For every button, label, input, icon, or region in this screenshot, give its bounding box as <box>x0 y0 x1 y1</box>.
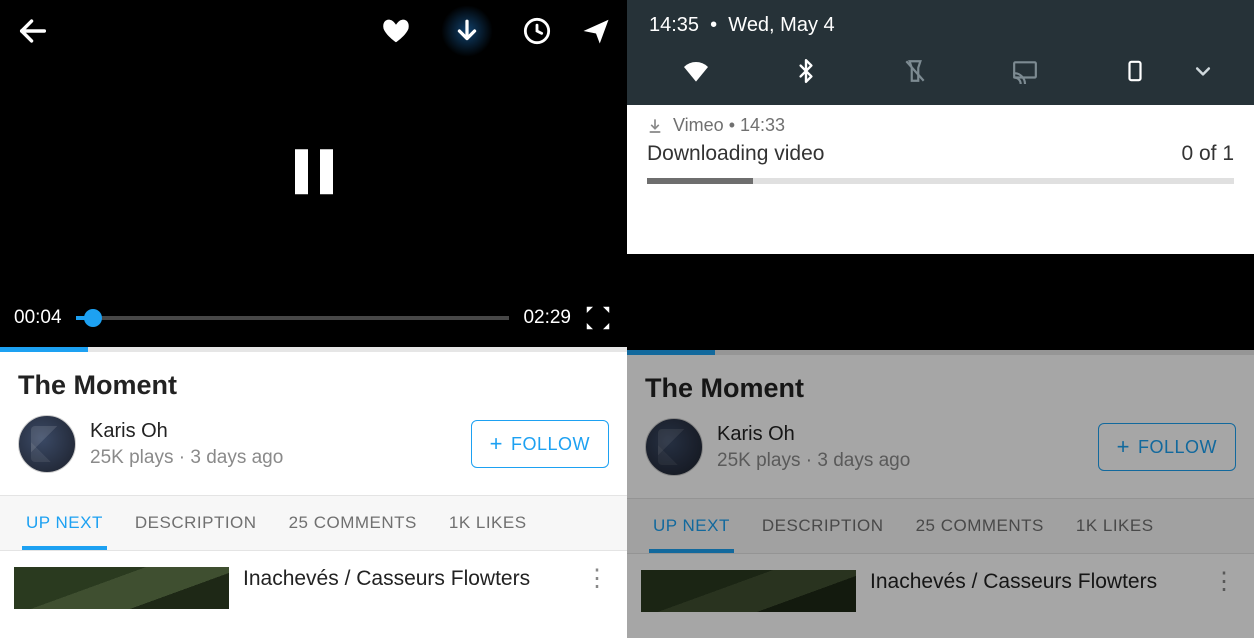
tab-description-right[interactable]: DESCRIPTION <box>746 499 900 553</box>
notification-progress <box>647 178 1234 184</box>
quick-settings <box>627 45 1254 105</box>
chevron-down-icon[interactable] <box>1190 61 1240 81</box>
uploader-name-right[interactable]: Karis Oh <box>717 423 910 446</box>
player-area-collapsed <box>627 254 1254 350</box>
uploader-text-right: Karis Oh 25K plays · 3 days ago <box>717 423 910 472</box>
notification-title: Downloading video <box>647 142 824 166</box>
tab-comments-right[interactable]: 25 COMMENTS <box>900 499 1060 553</box>
more-vert-icon-right[interactable]: ⋮ <box>1208 570 1240 594</box>
bluetooth-toggle-icon[interactable] <box>751 55 861 87</box>
uploader-avatar[interactable] <box>18 415 76 473</box>
plus-icon: + <box>490 431 503 457</box>
cast-toggle-icon[interactable] <box>970 58 1080 84</box>
like-heart-icon[interactable] <box>381 16 411 46</box>
status-date: Wed, May 4 <box>728 14 834 36</box>
notification-shade: 14:35 • Wed, May 4 <box>627 0 1254 200</box>
status-dot: • <box>705 14 729 36</box>
uploader-row: Karis Oh 25K plays · 3 days ago + FOLLOW <box>0 411 627 495</box>
notification-progress-fill <box>647 178 753 184</box>
title-row: The Moment <box>0 352 627 411</box>
upnext-thumbnail-right[interactable] <box>641 570 856 612</box>
notification-count: 0 of 1 <box>1181 142 1234 166</box>
elapsed-time: 00:04 <box>14 307 62 329</box>
tab-upnext-right[interactable]: UP NEXT <box>637 499 746 553</box>
tab-likes-right[interactable]: 1K LIKES <box>1060 499 1170 553</box>
fullscreen-icon[interactable] <box>583 303 613 333</box>
notification-time: 14:33 <box>740 115 785 136</box>
play-count-right: 25K plays <box>717 450 800 471</box>
upnext-item-right[interactable]: Inachevés / Casseurs Flowters ⋮ <box>627 554 1254 612</box>
upload-age-right: 3 days ago <box>817 450 910 471</box>
tab-likes[interactable]: 1K LIKES <box>433 496 543 550</box>
download-notification[interactable]: Vimeo • 14:33 Downloading video 0 of 1 <box>627 105 1254 200</box>
plus-icon-right: + <box>1117 434 1130 460</box>
upnext-title: Inachevés / Casseurs Flowters <box>229 567 581 591</box>
more-vert-icon[interactable]: ⋮ <box>581 567 613 591</box>
notification-dot: • <box>724 115 740 136</box>
left-screenshot: 00:04 02:29 The Moment Karis Oh 25K play… <box>0 0 627 638</box>
uploader-meta: 25K plays · 3 days ago <box>90 447 283 469</box>
video-player: 00:04 02:29 <box>0 0 627 347</box>
meta-dot: · <box>179 447 191 468</box>
player-top-bar <box>0 6 627 56</box>
notification-app: Vimeo <box>673 115 724 136</box>
follow-label-right: FOLLOW <box>1138 437 1217 458</box>
uploader-row-right: Karis Oh 25K plays · 3 days ago + FOLLOW <box>627 414 1254 498</box>
uploader-meta-right: 25K plays · 3 days ago <box>717 450 910 472</box>
wifi-toggle-icon[interactable] <box>641 55 751 87</box>
portrait-toggle-icon[interactable] <box>1080 55 1190 87</box>
player-bottom-bar: 00:04 02:29 <box>0 303 627 333</box>
upnext-item[interactable]: Inachevés / Casseurs Flowters ⋮ <box>0 551 627 609</box>
watch-later-clock-icon[interactable] <box>523 17 551 45</box>
title-row-right: The Moment <box>627 355 1254 414</box>
upnext-title-right: Inachevés / Casseurs Flowters <box>856 570 1208 594</box>
download-button[interactable] <box>441 5 493 57</box>
uploader-text: Karis Oh 25K plays · 3 days ago <box>90 420 283 469</box>
duration-time: 02:29 <box>523 307 571 329</box>
play-count: 25K plays <box>90 447 173 468</box>
seek-bar[interactable] <box>76 316 510 320</box>
tab-comments[interactable]: 25 COMMENTS <box>273 496 433 550</box>
right-screenshot: 14:35 • Wed, May 4 <box>627 0 1254 638</box>
upload-age: 3 days ago <box>190 447 283 468</box>
follow-button-right[interactable]: + FOLLOW <box>1098 423 1236 471</box>
share-paper-plane-icon[interactable] <box>581 16 611 46</box>
notification-body: Downloading video 0 of 1 <box>647 142 1234 166</box>
video-title: The Moment <box>18 370 609 401</box>
download-small-icon <box>647 118 663 134</box>
pause-button[interactable] <box>295 149 333 194</box>
seek-knob[interactable] <box>84 309 102 327</box>
tab-bar-right: UP NEXT DESCRIPTION 25 COMMENTS 1K LIKES <box>627 498 1254 554</box>
uploader-avatar-right[interactable] <box>645 418 703 476</box>
player-actions <box>351 5 611 57</box>
follow-button[interactable]: + FOLLOW <box>471 420 609 468</box>
tab-bar: UP NEXT DESCRIPTION 25 COMMENTS 1K LIKES <box>0 495 627 551</box>
tab-description[interactable]: DESCRIPTION <box>119 496 273 550</box>
status-time: 14:35 <box>649 14 699 36</box>
upnext-thumbnail[interactable] <box>14 567 229 609</box>
notification-header: Vimeo • 14:33 <box>647 115 1234 136</box>
tab-upnext[interactable]: UP NEXT <box>10 496 119 550</box>
flashlight-toggle-icon[interactable] <box>861 55 971 87</box>
uploader-name[interactable]: Karis Oh <box>90 420 283 443</box>
back-arrow-icon[interactable] <box>16 14 50 48</box>
status-bar: 14:35 • Wed, May 4 <box>627 0 1254 45</box>
video-title-right: The Moment <box>645 373 1236 404</box>
follow-label: FOLLOW <box>511 434 590 455</box>
